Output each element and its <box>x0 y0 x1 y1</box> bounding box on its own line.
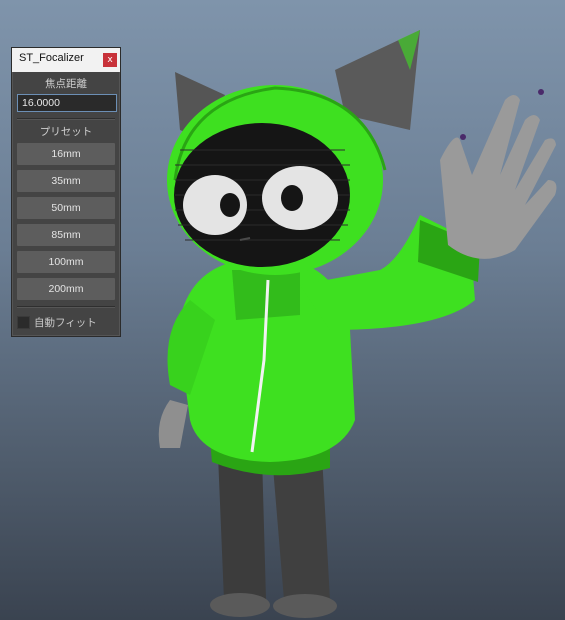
close-icon: x <box>107 55 113 65</box>
divider <box>17 118 115 120</box>
auto-fit-row[interactable]: 自動フィット <box>17 315 117 329</box>
auto-fit-label: 自動フィット <box>34 317 97 329</box>
divider <box>17 306 115 308</box>
focal-length-label: 焦点距離 <box>45 78 87 90</box>
preset-16mm-button[interactable]: 16mm <box>17 143 115 165</box>
st-focalizer-window: ST_Focalizer x 焦点距離 16.0000 プリセット 16mm 3… <box>11 47 121 337</box>
window-title: ST_Focalizer <box>19 52 84 64</box>
preset-85mm-button[interactable]: 85mm <box>17 224 115 246</box>
preset-label: プリセット <box>39 126 93 138</box>
preset-100mm-button[interactable]: 100mm <box>17 251 115 273</box>
preset-200mm-button[interactable]: 200mm <box>17 278 115 300</box>
close-button[interactable]: x <box>103 53 117 67</box>
preset-50mm-button[interactable]: 50mm <box>17 197 115 219</box>
focal-length-input[interactable]: 16.0000 <box>17 94 117 112</box>
preset-35mm-button[interactable]: 35mm <box>17 170 115 192</box>
title-bar[interactable]: ST_Focalizer x <box>12 48 120 72</box>
auto-fit-checkbox[interactable] <box>17 316 30 329</box>
